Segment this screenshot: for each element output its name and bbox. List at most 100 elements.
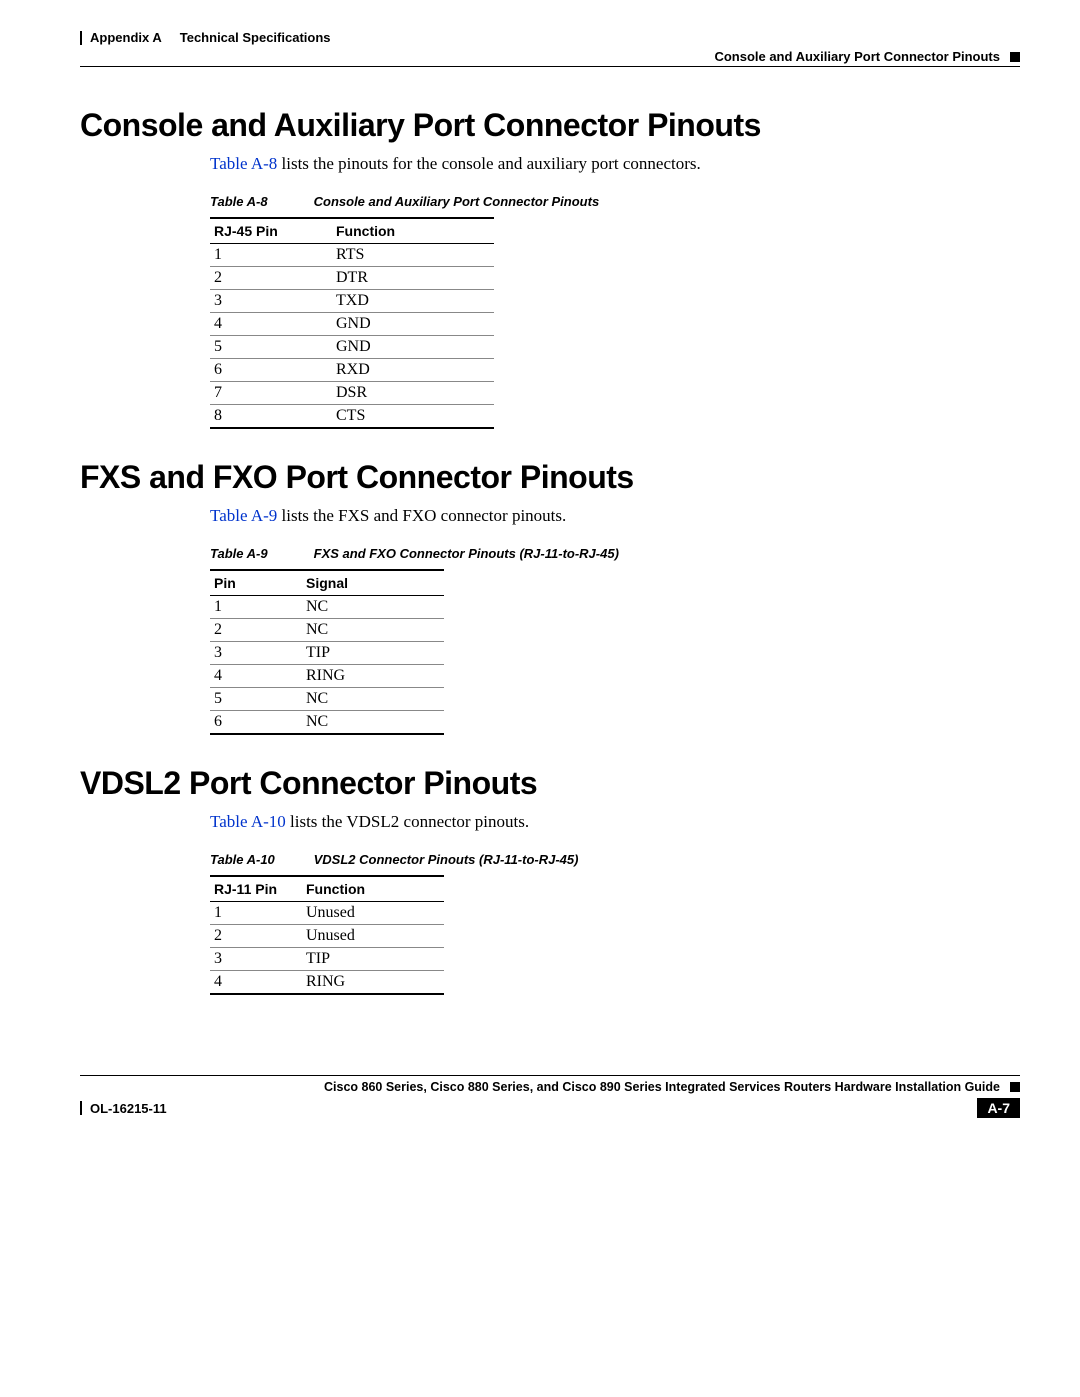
value-cell: RTS bbox=[332, 244, 494, 267]
pin-cell: 1 bbox=[210, 902, 302, 925]
value-cell: NC bbox=[302, 688, 444, 711]
table-row: 1Unused bbox=[210, 902, 444, 925]
value-cell: RING bbox=[302, 665, 444, 688]
intro-text: lists the VDSL2 connector pinouts. bbox=[286, 812, 529, 831]
table-reference-link[interactable]: Table A-8 bbox=[210, 154, 277, 173]
value-cell: RING bbox=[302, 971, 444, 995]
table-row: 4RING bbox=[210, 665, 444, 688]
section-heading: VDSL2 Port Connector Pinouts bbox=[80, 765, 1020, 802]
table-row: 1NC bbox=[210, 596, 444, 619]
value-cell: CTS bbox=[332, 405, 494, 429]
table-row: 6NC bbox=[210, 711, 444, 735]
header-breadcrumb: Appendix A Technical Specifications bbox=[80, 30, 1020, 45]
header-section-row: Console and Auxiliary Port Connector Pin… bbox=[80, 49, 1020, 64]
section-intro: Table A-10 lists the VDSL2 connector pin… bbox=[210, 812, 1020, 832]
table-row: 1RTS bbox=[210, 244, 494, 267]
table-reference-link[interactable]: Table A-10 bbox=[210, 812, 286, 831]
table-reference-link[interactable]: Table A-9 bbox=[210, 506, 277, 525]
value-cell: GND bbox=[332, 313, 494, 336]
footer-divider bbox=[80, 1075, 1020, 1076]
pinout-table: RJ-11 Pin Function 1Unused2Unused3TIP4RI… bbox=[210, 875, 444, 995]
pin-cell: 1 bbox=[210, 244, 332, 267]
value-cell: DSR bbox=[332, 382, 494, 405]
page-footer: Cisco 860 Series, Cisco 880 Series, and … bbox=[80, 1075, 1020, 1118]
value-cell: TXD bbox=[332, 290, 494, 313]
table-row: 5NC bbox=[210, 688, 444, 711]
value-cell: TIP bbox=[302, 948, 444, 971]
page-number: A-7 bbox=[977, 1098, 1020, 1118]
value-cell: NC bbox=[302, 711, 444, 735]
doc-number: OL-16215-11 bbox=[90, 1101, 167, 1116]
pin-cell: 2 bbox=[210, 619, 302, 642]
value-cell: Unused bbox=[302, 902, 444, 925]
table-caption: Table A-8 Console and Auxiliary Port Con… bbox=[210, 194, 1020, 209]
pin-cell: 5 bbox=[210, 336, 332, 359]
pin-cell: 5 bbox=[210, 688, 302, 711]
pin-cell: 2 bbox=[210, 267, 332, 290]
table-row: 6RXD bbox=[210, 359, 494, 382]
table-row: 5GND bbox=[210, 336, 494, 359]
caption-title: VDSL2 Connector Pinouts (RJ-11-to-RJ-45) bbox=[314, 852, 579, 867]
table-header-signal: Signal bbox=[302, 570, 444, 596]
footer-meta-row: OL-16215-11 A-7 bbox=[80, 1098, 1020, 1118]
table-row: 2NC bbox=[210, 619, 444, 642]
table-row: 3TIP bbox=[210, 642, 444, 665]
footer-guide-row: Cisco 860 Series, Cisco 880 Series, and … bbox=[80, 1080, 1020, 1094]
appendix-label: Appendix A bbox=[90, 30, 162, 45]
pinout-table: RJ-45 Pin Function 1RTS2DTR3TXD4GND5GND6… bbox=[210, 217, 494, 429]
table-header-function: Function bbox=[332, 218, 494, 244]
pin-cell: 4 bbox=[210, 665, 302, 688]
caption-number: Table A-8 bbox=[210, 194, 310, 209]
guide-title: Cisco 860 Series, Cisco 880 Series, and … bbox=[324, 1080, 1000, 1094]
table-row: 4GND bbox=[210, 313, 494, 336]
doc-number-block: OL-16215-11 bbox=[80, 1101, 167, 1116]
caption-number: Table A-10 bbox=[210, 852, 310, 867]
pin-cell: 3 bbox=[210, 948, 302, 971]
caption-title: FXS and FXO Connector Pinouts (RJ-11-to-… bbox=[314, 546, 619, 561]
pin-cell: 7 bbox=[210, 382, 332, 405]
section-heading: FXS and FXO Port Connector Pinouts bbox=[80, 459, 1020, 496]
footer-bar-icon bbox=[80, 1101, 82, 1115]
table-row: 8CTS bbox=[210, 405, 494, 429]
intro-text: lists the pinouts for the console and au… bbox=[277, 154, 701, 173]
square-marker-icon bbox=[1010, 52, 1020, 62]
table-caption: Table A-10 VDSL2 Connector Pinouts (RJ-1… bbox=[210, 852, 1020, 867]
header-divider bbox=[80, 66, 1020, 67]
table-row: 3TIP bbox=[210, 948, 444, 971]
document-page: Appendix A Technical Specifications Cons… bbox=[0, 0, 1080, 1148]
table-header-pin: Pin bbox=[210, 570, 302, 596]
pin-cell: 3 bbox=[210, 642, 302, 665]
pin-cell: 3 bbox=[210, 290, 332, 313]
section-intro: Table A-9 lists the FXS and FXO connecto… bbox=[210, 506, 1020, 526]
caption-number: Table A-9 bbox=[210, 546, 310, 561]
pinout-table: Pin Signal 1NC2NC3TIP4RING5NC6NC bbox=[210, 569, 444, 735]
table-header-pin: RJ-45 Pin bbox=[210, 218, 332, 244]
value-cell: DTR bbox=[332, 267, 494, 290]
caption-title: Console and Auxiliary Port Connector Pin… bbox=[314, 194, 600, 209]
header-section-label: Console and Auxiliary Port Connector Pin… bbox=[714, 49, 1000, 64]
table-row: 7DSR bbox=[210, 382, 494, 405]
table-header-pin: RJ-11 Pin bbox=[210, 876, 302, 902]
table-caption: Table A-9 FXS and FXO Connector Pinouts … bbox=[210, 546, 1020, 561]
intro-text: lists the FXS and FXO connector pinouts. bbox=[277, 506, 566, 525]
pin-cell: 4 bbox=[210, 971, 302, 995]
pin-cell: 8 bbox=[210, 405, 332, 429]
chapter-title: Technical Specifications bbox=[180, 30, 331, 45]
value-cell: NC bbox=[302, 619, 444, 642]
pin-cell: 6 bbox=[210, 711, 302, 735]
value-cell: GND bbox=[332, 336, 494, 359]
table-row: 2Unused bbox=[210, 925, 444, 948]
value-cell: TIP bbox=[302, 642, 444, 665]
section-heading: Console and Auxiliary Port Connector Pin… bbox=[80, 107, 1020, 144]
pin-cell: 6 bbox=[210, 359, 332, 382]
square-marker-icon bbox=[1010, 1082, 1020, 1092]
table-row: 3TXD bbox=[210, 290, 494, 313]
pin-cell: 4 bbox=[210, 313, 332, 336]
pin-cell: 1 bbox=[210, 596, 302, 619]
value-cell: NC bbox=[302, 596, 444, 619]
table-row: 4RING bbox=[210, 971, 444, 995]
value-cell: Unused bbox=[302, 925, 444, 948]
section-intro: Table A-8 lists the pinouts for the cons… bbox=[210, 154, 1020, 174]
header-bar-icon bbox=[80, 31, 82, 45]
table-header-function: Function bbox=[302, 876, 444, 902]
